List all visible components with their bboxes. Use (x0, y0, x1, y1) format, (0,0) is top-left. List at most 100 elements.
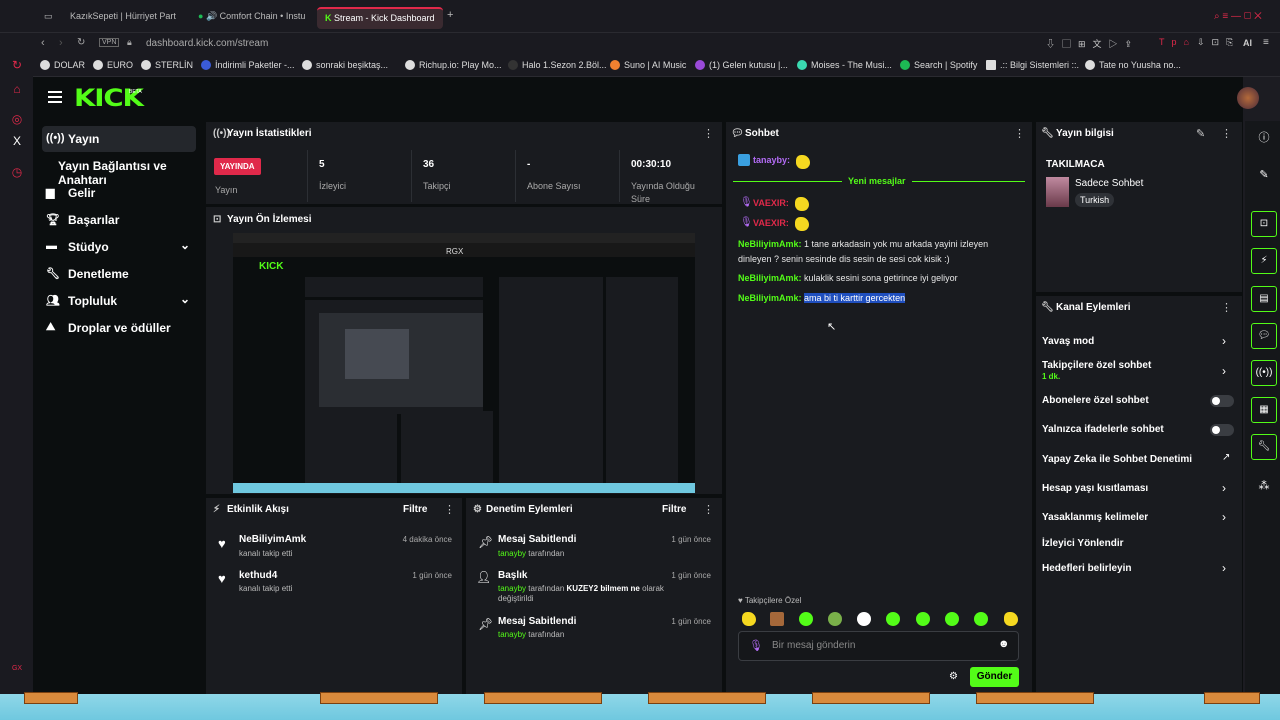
back-icon[interactable]: ‹ (41, 37, 45, 49)
more-widgets-icon[interactable]: ⁂ (1251, 475, 1277, 497)
bookmark[interactable]: Tate no Yuusha no... (1085, 60, 1181, 70)
bookmark[interactable]: İndirimli Paketler -... (201, 60, 295, 70)
vpn-badge[interactable]: VPN (99, 38, 120, 47)
chevron-right-icon[interactable]: › (1222, 364, 1226, 378)
emoji-icon[interactable]: ☻ (998, 638, 1010, 650)
bookmark[interactable]: DOLAR (40, 60, 85, 70)
emote-icon[interactable] (945, 612, 959, 626)
nav-denetleme[interactable]: 🔧︎ Denetleme (42, 261, 196, 287)
profile-icons[interactable]: ⇩⊡⎘ (1197, 37, 1240, 48)
menu-icon[interactable]: ≡ (1263, 37, 1269, 48)
chevron-right-icon[interactable]: › (1222, 334, 1226, 348)
chevron-right-icon[interactable]: › (1222, 481, 1226, 495)
tab-kick-dashboard[interactable]: K Stream - Kick Dashboard (317, 7, 443, 29)
preview-widget-icon[interactable]: ⊡ (1251, 211, 1277, 237)
emote-icon[interactable] (799, 612, 813, 626)
tab-overview-icon[interactable]: ▭ (36, 7, 60, 29)
ai-button[interactable]: AI (1243, 38, 1252, 48)
bookmark[interactable]: Halo 1.Sezon 2.Böl... (508, 60, 607, 70)
subs-chat-toggle[interactable] (1210, 395, 1234, 407)
bookmark[interactable]: .:: Bilgi Sistemleri ::. (986, 60, 1079, 70)
bookmark[interactable]: Search | Spotify (900, 60, 977, 70)
bookmark[interactable]: STERLİN (141, 60, 193, 70)
slow-mode-item[interactable]: Yavaş mod (1042, 336, 1094, 347)
x-icon[interactable]: X (10, 134, 24, 148)
bolt-widget-icon[interactable]: ⚡︎ (1251, 248, 1277, 274)
bookmark[interactable]: EURO (93, 60, 133, 70)
clock-icon[interactable]: ◷ (10, 165, 24, 179)
more-icon[interactable]: ⋮ (444, 503, 455, 516)
more-icon[interactable]: ⋮ (703, 127, 714, 140)
window-controls[interactable]: ⌕ ≡ — ▢ ✕ (1206, 7, 1276, 29)
hamburger-menu-icon[interactable] (48, 91, 62, 103)
nav-basarilar[interactable]: 🏆︎ Başarılar (42, 207, 196, 233)
forward-icon[interactable]: › (59, 37, 63, 49)
chat-input[interactable]: 🎙︎ Bir mesaj gönderin ☻ (738, 631, 1019, 661)
more-icon[interactable]: ⋮ (1221, 301, 1232, 314)
activity-filter-button[interactable]: Filtre (403, 504, 427, 515)
bookmark[interactable]: Suno | AI Music (610, 60, 686, 70)
emote-icon[interactable] (770, 612, 784, 626)
nav-gelir[interactable]: ▆ Gelir (42, 180, 196, 206)
chat-user[interactable]: VAEXIR: (753, 218, 789, 228)
set-goals-item[interactable]: Hedefleri belirleyin (1042, 563, 1131, 574)
redirect-viewers-item[interactable]: İzleyici Yönlendir (1042, 538, 1124, 549)
mod-user[interactable]: tanayby (498, 630, 526, 639)
url-field[interactable]: dashboard.kick.com/stream (146, 38, 268, 49)
stats-widget-icon[interactable]: ▤ (1251, 286, 1277, 312)
emote-icon[interactable] (916, 612, 930, 626)
tab-kazik[interactable]: KazıkSepeti | Hürriyet Part (62, 7, 186, 29)
instagram-icon[interactable]: ◎ (10, 112, 24, 126)
emote-chat-toggle[interactable] (1210, 424, 1234, 436)
more-icon[interactable]: ⋮ (1014, 127, 1025, 140)
emote-icon[interactable] (974, 612, 988, 626)
send-button[interactable]: Gönder (970, 667, 1019, 687)
more-icon[interactable]: ⋮ (703, 503, 714, 516)
chevron-right-icon[interactable]: › (1222, 510, 1226, 524)
banned-words-item[interactable]: Yasaklanmış kelimeler (1042, 512, 1148, 523)
edit-layout-icon[interactable]: ✎ (1251, 164, 1277, 186)
edit-icon[interactable]: ✎ (1196, 127, 1205, 140)
stream-preview[interactable]: KICK RGX (233, 233, 695, 493)
mod-widget-icon[interactable]: ▦ (1251, 397, 1277, 423)
history-icon[interactable]: ↻ (10, 58, 24, 72)
reload-icon[interactable]: ↻ (77, 37, 85, 48)
info-icon[interactable]: ⓘ (1251, 127, 1277, 149)
ai-moderation-item[interactable]: Yapay Zeka ile Sohbet Denetimi (1042, 454, 1192, 465)
moderation-filter-button[interactable]: Filtre (662, 504, 686, 515)
bookmark[interactable]: Richup.io: Play Mo... (405, 60, 502, 70)
feed-user[interactable]: kethud4 (239, 570, 277, 581)
emote-icon[interactable] (1004, 612, 1018, 626)
chat-user[interactable]: tanayby: (753, 155, 790, 165)
emote-icon[interactable] (886, 612, 900, 626)
chevron-right-icon[interactable]: › (1222, 561, 1226, 575)
mic-icon[interactable]: 🎙︎ (749, 639, 763, 652)
bookmark[interactable]: (1) Gelen kutusu |... (695, 60, 788, 70)
new-tab-button[interactable]: + (445, 7, 461, 29)
emote-icon[interactable] (857, 612, 871, 626)
bookmark[interactable]: Moises - The Musi... (797, 60, 892, 70)
bookmark[interactable]: sonraki beşiktaş... (302, 60, 388, 70)
gx-icon[interactable]: GX (10, 662, 24, 676)
avatar[interactable] (1237, 87, 1259, 109)
external-link-icon[interactable]: ↗ (1222, 452, 1230, 463)
bag-icon[interactable]: ⌂ (10, 82, 24, 96)
followers-chat-item[interactable]: Takipçilere özel sohbet (1042, 360, 1151, 371)
emote-icon[interactable] (828, 612, 842, 626)
nav-topluluk[interactable]: 👥︎ Topluluk ⌄ (42, 288, 196, 314)
tab-spotify[interactable]: ● 🔊 Comfort Chain • Instu (190, 7, 314, 29)
emote-icon[interactable] (742, 612, 756, 626)
nav-droplar[interactable]: ⛰︎ Droplar ve ödüller (42, 315, 196, 341)
more-icon[interactable]: ⋮ (1221, 127, 1232, 140)
nav-yayin[interactable]: ((•)) Yayın (42, 126, 196, 152)
nav-stream-key[interactable]: Yayın Bağlantısı ve Anahtarı (42, 153, 212, 187)
mod-user[interactable]: tanayby (498, 584, 526, 593)
chat-user[interactable]: VAEXIR: (753, 198, 789, 208)
mod-user[interactable]: tanayby (498, 549, 526, 558)
extension-icons[interactable]: Tp⌂ (1159, 37, 1196, 47)
chat-widget-icon[interactable]: 💬︎ (1251, 323, 1277, 349)
broadcast-widget-icon[interactable]: ((•)) (1251, 360, 1277, 386)
wrench-widget-icon[interactable]: 🔧︎ (1251, 434, 1277, 460)
account-age-item[interactable]: Hesap yaşı kısıtlaması (1042, 483, 1148, 494)
feed-user[interactable]: NeBiliyimAmk (239, 534, 306, 545)
